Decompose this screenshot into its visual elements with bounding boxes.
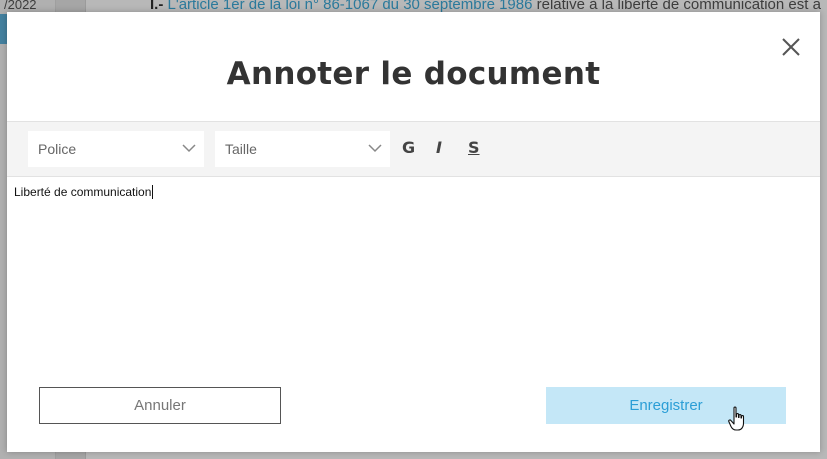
size-select[interactable]: Taille <box>215 131 390 167</box>
annotate-modal: Annoter le document Police Taille G I S … <box>7 12 820 452</box>
cancel-button[interactable]: Annuler <box>39 387 281 424</box>
size-select-value: Taille <box>225 141 257 157</box>
text-caret <box>152 185 154 199</box>
strikethrough-button[interactable]: S <box>468 138 480 157</box>
close-icon[interactable] <box>780 36 802 58</box>
modal-title: Annoter le document <box>226 56 601 92</box>
chevron-down-icon <box>368 144 382 153</box>
font-select[interactable]: Police <box>28 131 204 167</box>
chevron-down-icon <box>182 144 196 153</box>
save-button[interactable]: Enregistrer <box>546 387 786 424</box>
bold-button[interactable]: G <box>402 138 415 157</box>
hand-pointer-icon <box>728 406 745 431</box>
italic-button[interactable]: I <box>436 138 442 157</box>
editor-toolbar: Police Taille G I S <box>7 121 820 177</box>
editor-text: Liberté de communication <box>14 185 152 199</box>
annotation-editor[interactable]: Liberté de communication <box>7 177 820 367</box>
font-select-value: Police <box>38 141 77 157</box>
editor-content: Liberté de communication <box>14 185 154 199</box>
